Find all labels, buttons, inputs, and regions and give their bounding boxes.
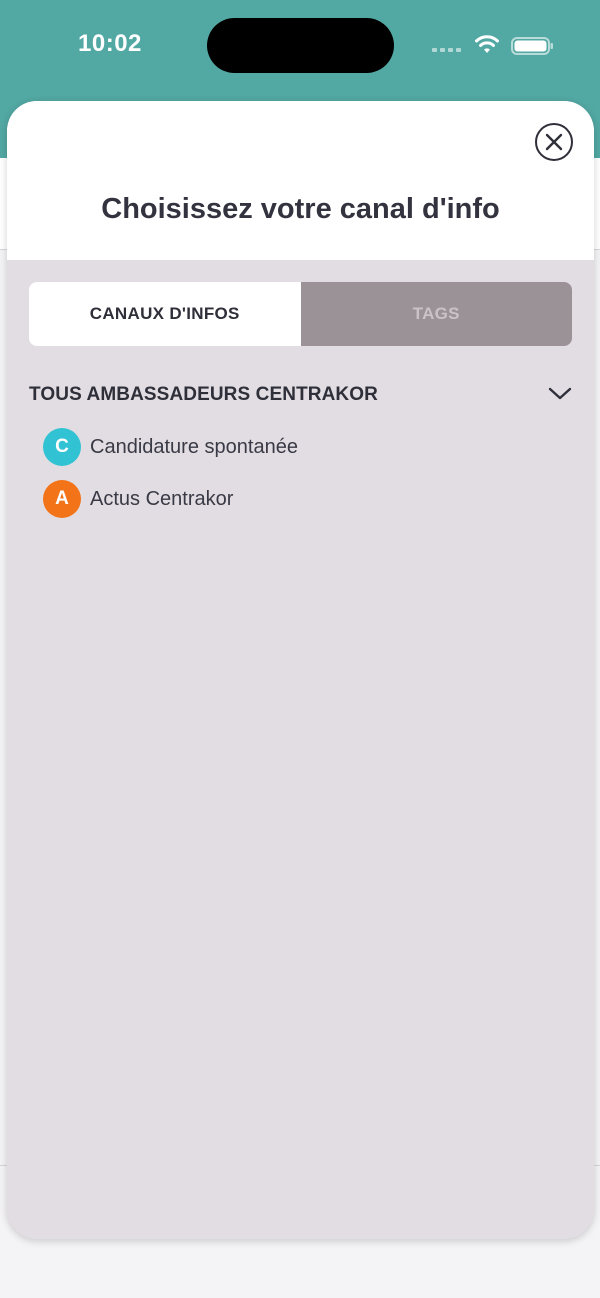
group-title: TOUS AMBASSADEURS CENTRAKOR <box>29 384 378 405</box>
signal-icon <box>432 48 464 52</box>
wifi-icon <box>475 35 499 53</box>
tab-label: CANAUX D'INFOS <box>89 304 240 323</box>
screen: 10:02 Choisissez votre canal d'info CANA… <box>0 0 600 1298</box>
tab-tags[interactable]: TAGS <box>300 282 572 346</box>
tab-canaux-infos[interactable]: CANAUX D'INFOS <box>29 282 301 346</box>
channel-avatar: C <box>43 428 81 466</box>
sheet-title: Choisissez votre canal d'info <box>101 193 500 225</box>
channel-item-actus[interactable]: A Actus Centrakor <box>43 480 543 518</box>
segmented-control: CANAUX D'INFOS TAGS <box>29 282 572 346</box>
status-time: 10:02 <box>78 30 142 57</box>
channel-picker-sheet: Choisissez votre canal d'info CANAUX D'I… <box>7 101 594 1239</box>
group-header[interactable]: TOUS AMBASSADEURS CENTRAKOR <box>29 381 572 411</box>
close-button[interactable] <box>535 123 573 161</box>
channel-label: Candidature spontanée <box>90 435 298 458</box>
chevron-down-icon <box>548 387 572 400</box>
status-indicators <box>432 34 554 58</box>
channel-avatar: A <box>43 480 81 518</box>
sheet-header: Choisissez votre canal d'info <box>7 101 594 260</box>
channel-item-candidature[interactable]: C Candidature spontanée <box>43 428 543 466</box>
battery-icon <box>511 37 553 55</box>
close-icon <box>545 133 563 151</box>
dynamic-island <box>207 18 394 73</box>
channel-label: Actus Centrakor <box>90 487 234 510</box>
tab-label: TAGS <box>412 304 460 323</box>
